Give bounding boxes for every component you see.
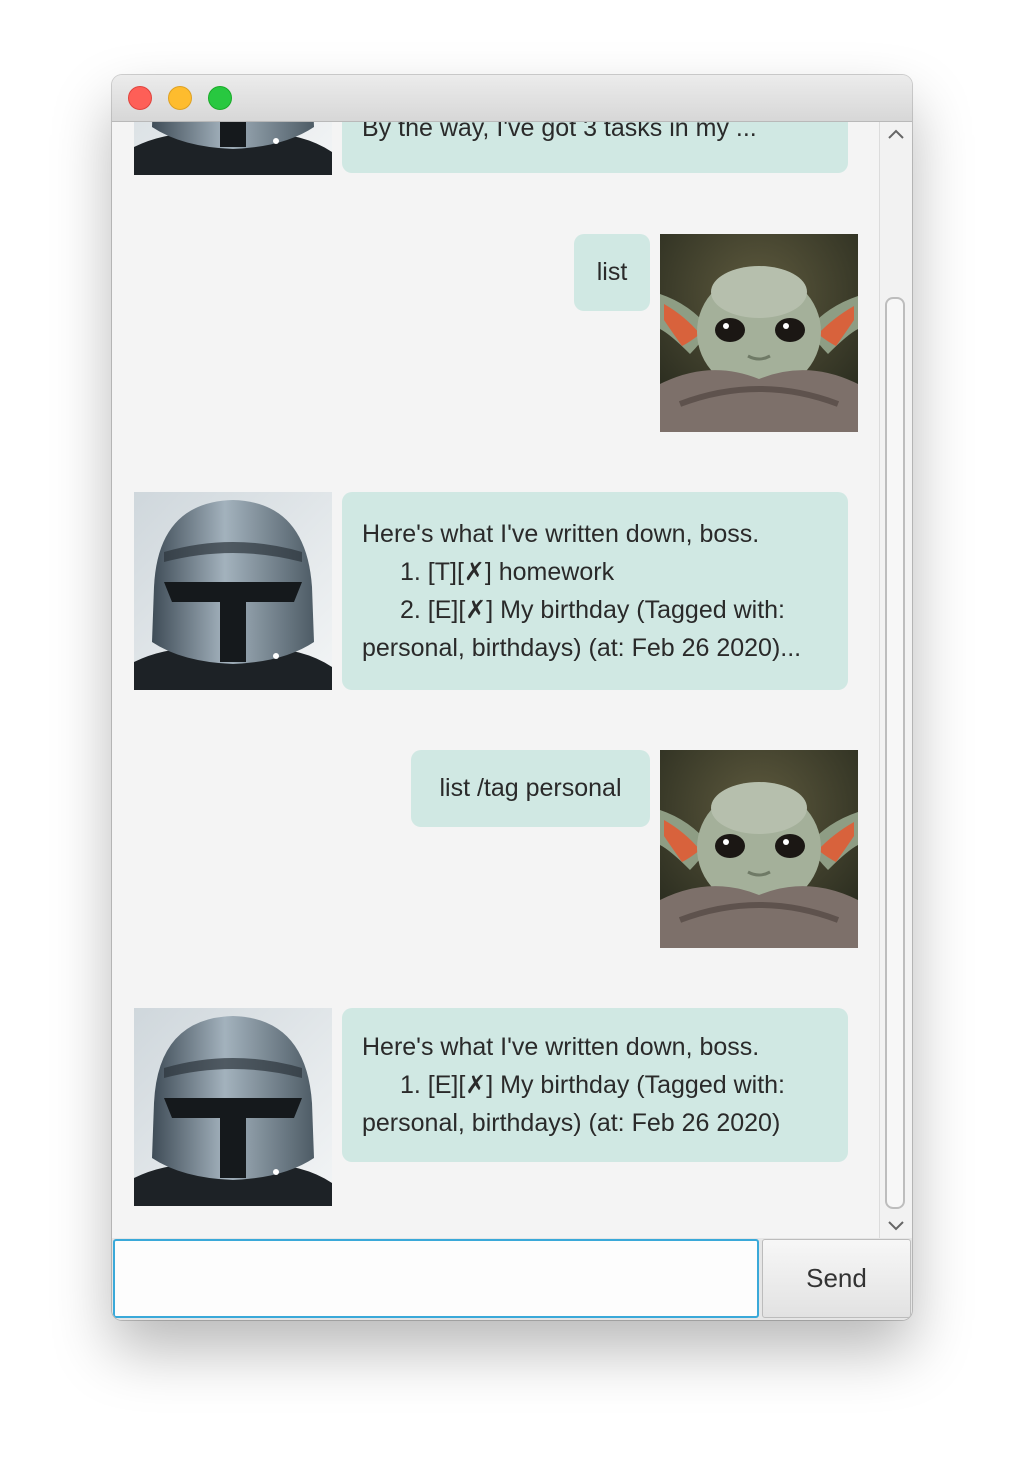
user-avatar-baby-yoda-icon [660, 750, 858, 948]
user-message-bubble: list [574, 234, 650, 311]
input-bar: Send [112, 1238, 912, 1320]
message-line: Here's what I've written down, boss. [362, 1033, 760, 1061]
duke-message-bubble: By the way, I've got 3 tasks in my ... [342, 122, 848, 173]
user-avatar-baby-yoda-icon [660, 234, 858, 432]
message-line: list /tag personal [439, 774, 622, 802]
message-input[interactable] [113, 1239, 759, 1318]
scroll-up-arrow-icon[interactable] [880, 122, 912, 146]
close-window-button[interactable] [128, 86, 152, 110]
scrollbar-thumb[interactable] [885, 297, 905, 1209]
message-line: personal, birthdays) (at: Feb 26 2020)..… [362, 634, 802, 662]
message-line: list [596, 258, 628, 286]
vertical-scrollbar[interactable] [879, 122, 912, 1238]
duke-avatar-mandalorian-icon [134, 1008, 332, 1206]
app-window: By the way, I've got 3 tasks in my ... l… [112, 75, 912, 1320]
title-bar[interactable] [112, 75, 912, 122]
chat-scroll-pane[interactable]: By the way, I've got 3 tasks in my ... l… [112, 122, 879, 1238]
minimize-window-button[interactable] [168, 86, 192, 110]
duke-message-bubble: Here's what I've written down, boss. 1. … [342, 492, 848, 690]
user-message-bubble: list /tag personal [411, 750, 650, 827]
duke-avatar-mandalorian-icon [134, 492, 332, 690]
maximize-window-button[interactable] [208, 86, 232, 110]
duke-message-bubble: Here's what I've written down, boss. 1. … [342, 1008, 848, 1162]
send-button[interactable]: Send [762, 1239, 911, 1318]
message-line: By the way, I've got 3 tasks in my ... [362, 122, 757, 142]
message-line: personal, birthdays) (at: Feb 26 2020) [362, 1109, 781, 1137]
message-line: 1. [T][✗] homework [400, 558, 615, 586]
duke-avatar-mandalorian-icon [134, 122, 332, 175]
message-line: Here's what I've written down, boss. [362, 520, 760, 548]
message-line: 1. [E][✗] My birthday (Tagged with: [400, 1071, 785, 1099]
scroll-down-arrow-icon[interactable] [880, 1214, 912, 1238]
message-line: 2. [E][✗] My birthday (Tagged with: [400, 596, 785, 624]
